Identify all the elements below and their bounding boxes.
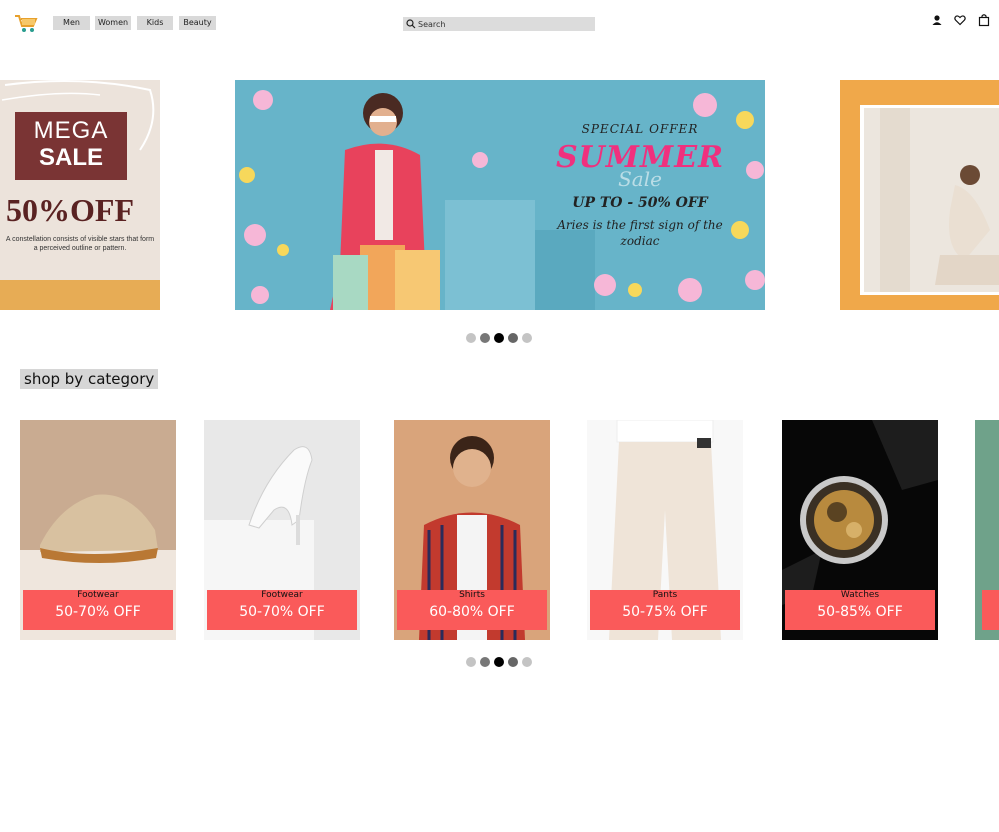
category-dots <box>466 657 532 667</box>
shopping-cart-icon[interactable] <box>14 13 38 33</box>
category-dot-4[interactable] <box>508 657 518 667</box>
category-name: Watches <box>840 590 880 600</box>
banner-dot-2[interactable] <box>480 333 490 343</box>
mega-sale-box: MEGA SALE <box>15 112 127 180</box>
banner-slide-mega-sale[interactable]: MEGA SALE 50%OFF A constellation consist… <box>0 80 160 310</box>
summer-offer-text: SPECIAL OFFER SUMMER Sale UP TO - 50% OF… <box>545 122 735 249</box>
category-dot-3[interactable] <box>494 657 504 667</box>
category-name: Shirts <box>459 590 485 600</box>
category-label-partial <box>982 590 999 630</box>
banner-note: A constellation consists of visible star… <box>5 236 155 252</box>
banner-dot-1[interactable] <box>466 333 476 343</box>
category-discount: 50-85% OFF <box>817 604 903 620</box>
category-dot-5[interactable] <box>522 657 532 667</box>
search-bar[interactable] <box>403 17 595 31</box>
category-discount: 60-80% OFF <box>429 604 515 620</box>
category-label: Footwear 50-70% OFF <box>207 590 357 630</box>
category-name: Pants <box>652 590 678 600</box>
category-heading: shop by category <box>20 369 159 389</box>
decorative-wave <box>0 280 160 310</box>
category-label: Footwear 50-70% OFF <box>23 590 173 630</box>
heart-icon[interactable] <box>954 13 966 27</box>
category-label: Watches 50-85% OFF <box>785 590 935 630</box>
category-card-heels[interactable]: Footwear 50-70% OFF <box>204 420 360 640</box>
category-card-partial[interactable] <box>975 420 999 640</box>
tagline-text: Aries is the first sign of the zodiac <box>557 218 723 248</box>
category-card-shirts[interactable]: Shirts 60-80% OFF <box>394 420 550 640</box>
category-name: Footwear <box>77 590 119 600</box>
category-card-footwear[interactable]: Footwear 50-70% OFF <box>20 420 176 640</box>
nav-beauty[interactable]: Beauty <box>179 16 216 30</box>
category-discount: 50-70% OFF <box>239 604 325 620</box>
category-dot-1[interactable] <box>466 657 476 667</box>
banner-slide-fashion[interactable] <box>840 80 999 310</box>
category-name: Footwear <box>261 590 303 600</box>
nav-kids[interactable]: Kids <box>137 16 173 30</box>
discount-text: 50%OFF <box>6 192 134 228</box>
upto-text: UP TO - 50% OFF <box>572 195 708 211</box>
category-dot-2[interactable] <box>480 657 490 667</box>
search-input[interactable] <box>418 17 588 31</box>
category-card-pants[interactable]: Pants 50-75% OFF <box>587 420 743 640</box>
banner-dots <box>466 333 532 343</box>
category-discount: 50-75% OFF <box>622 604 708 620</box>
banner-dot-4[interactable] <box>508 333 518 343</box>
category-card-watches[interactable]: Watches 50-85% OFF <box>782 420 938 640</box>
category-label: Pants 50-75% OFF <box>590 590 740 630</box>
special-offer-text: SPECIAL OFFER <box>581 122 699 136</box>
sale-script: Sale <box>618 167 662 191</box>
category-label: Shirts 60-80% OFF <box>397 590 547 630</box>
shopping-bag-icon[interactable] <box>978 13 990 27</box>
sale-text: SALE <box>38 144 103 171</box>
user-icon[interactable] <box>931 13 943 27</box>
banner-dot-3[interactable] <box>494 333 504 343</box>
banner-slide-summer-sale[interactable]: SPECIAL OFFER SUMMER Sale UP TO - 50% OF… <box>235 80 765 310</box>
mega-text: MEGA <box>33 117 109 144</box>
nav-men[interactable]: Men <box>53 16 90 30</box>
banner-dot-5[interactable] <box>522 333 532 343</box>
category-discount: 50-70% OFF <box>55 604 141 620</box>
fashion-photo <box>840 80 999 310</box>
nav-women[interactable]: Women <box>95 16 131 30</box>
search-icon <box>406 19 416 29</box>
